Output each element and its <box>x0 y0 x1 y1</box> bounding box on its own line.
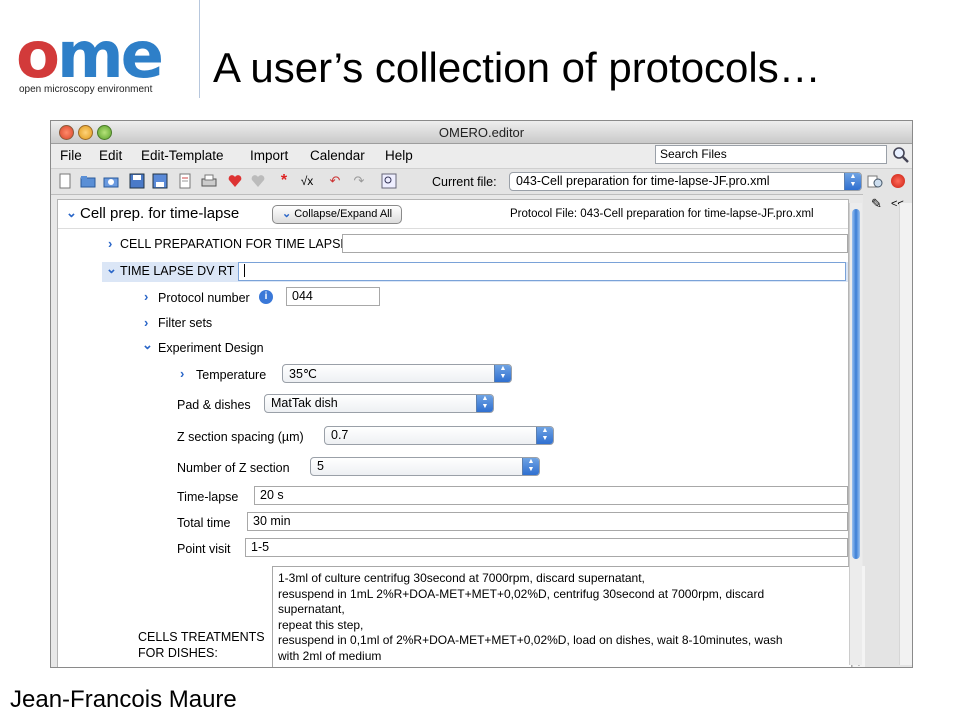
slide-title: A user’s collection of protocols… <box>213 44 821 91</box>
author-name: Jean-Francois Maure <box>10 686 237 713</box>
point-visit-field[interactable]: 1-5 <box>245 538 848 557</box>
pad-dishes-value: MatTak dish <box>271 396 338 410</box>
chevron-down-icon[interactable]: ⌄ <box>142 337 153 353</box>
collapse-expand-all-button[interactable]: ⌄ Collapse/Expand All <box>272 205 402 224</box>
toolbar: * √x ↶ ↷ Current file: 043-Cell preparat… <box>51 169 912 195</box>
experiment-design-label[interactable]: Experiment Design <box>158 341 264 355</box>
header-divider <box>199 0 200 98</box>
menu-edit-template[interactable]: Edit-Template <box>141 148 224 163</box>
filter-sets-label[interactable]: Filter sets <box>158 316 212 330</box>
total-time-field[interactable]: 30 min <box>247 512 848 531</box>
notes-line: repeat this step, <box>278 617 364 632</box>
menu-calendar[interactable]: Calendar <box>310 148 365 163</box>
protocol-file-label: Protocol File: 043-Cell preparation for … <box>510 208 814 220</box>
undo-icon[interactable]: ↶ <box>327 173 343 189</box>
section-cell-preparation-field[interactable] <box>342 234 848 253</box>
tool-wrench-icon[interactable]: ✎ <box>871 196 882 212</box>
chevron-right-icon[interactable]: › <box>180 366 184 381</box>
redo-icon[interactable]: ↷ <box>351 173 367 189</box>
chevron-right-icon[interactable]: › <box>144 315 148 330</box>
pad-dishes-label: Pad & dishes <box>177 398 251 412</box>
cells-treatments-textarea[interactable]: 1-3ml of culture centrifug 30second at 7… <box>272 566 852 667</box>
search-icon[interactable] <box>892 146 910 164</box>
z-number-label: Number of Z section <box>177 461 290 475</box>
panel-scrollbar[interactable] <box>849 203 862 665</box>
notes-line: resuspend in 0,1ml of 2%R+DOA-MET+MET+0,… <box>278 633 783 647</box>
z-number-value: 5 <box>317 459 324 473</box>
select-stepper-icon: ▲ ▼ <box>476 395 493 412</box>
chevron-right-icon[interactable]: › <box>144 289 148 304</box>
z-spacing-value: 0.7 <box>331 428 349 442</box>
protocol-panel: ⌄ Cell prep. for time-lapse ⌄ Collapse/E… <box>57 199 865 667</box>
z-number-select[interactable]: 5 ▲ ▼ <box>310 457 540 476</box>
section-cell-preparation[interactable]: CELL PREPARATION FOR TIME LAPSE <box>120 237 349 251</box>
new-file-icon[interactable] <box>57 173 73 189</box>
select-stepper-icon: ▲ ▼ <box>494 365 511 382</box>
section-time-lapse[interactable]: TIME LAPSE DV RT <box>120 264 234 278</box>
logo-subtitle: open microscopy environment <box>19 84 153 95</box>
close-file-icon[interactable] <box>891 174 905 188</box>
notes-line: resuspend in 1mL 2%R+DOA-MET+MET+0,02%D,… <box>278 586 765 601</box>
select-stepper-icon: ▲ ▼ <box>536 427 553 444</box>
timelapse-label: Time-lapse <box>177 490 239 504</box>
export-document-icon[interactable] <box>177 173 193 189</box>
current-file-select[interactable]: 043-Cell preparation for time-lapse-JF.p… <box>509 172 862 191</box>
required-asterisk-icon[interactable]: * <box>276 173 292 189</box>
section-time-lapse-field[interactable] <box>238 262 846 281</box>
timelapse-field[interactable]: 20 s <box>254 486 848 505</box>
scrollbar-thumb[interactable] <box>852 209 860 559</box>
temperature-select[interactable]: 35℃ ▲ ▼ <box>282 364 512 383</box>
save-icon[interactable] <box>129 173 145 189</box>
notes-line: 1-3ml of culture centrifug 30second at 7… <box>278 571 645 585</box>
print-icon[interactable] <box>201 173 217 189</box>
sqrt-formula-icon[interactable]: √x <box>299 173 315 189</box>
chevron-right-icon[interactable]: › <box>108 236 112 251</box>
omero-editor-window: OMERO.editor File Edit Edit-Template Imp… <box>50 120 913 668</box>
point-visit-label: Point visit <box>177 542 231 556</box>
side-panel-scrollbar[interactable] <box>899 203 912 665</box>
tag-heart-icon[interactable] <box>227 173 243 189</box>
current-file-label: Current file: <box>432 175 497 189</box>
total-time-label: Total time <box>177 516 231 530</box>
menu-import[interactable]: Import <box>250 148 288 163</box>
menu-help[interactable]: Help <box>385 148 413 163</box>
notes-line: supernatant, <box>278 602 345 616</box>
treatments-label-line1: CELLS TREATMENTS <box>138 630 265 644</box>
chevron-down-icon[interactable]: ⌄ <box>66 205 77 221</box>
ome-logo: ome <box>16 19 164 93</box>
chevron-down-icon: ⌄ <box>281 208 292 220</box>
select-stepper-icon: ▲ ▼ <box>844 173 861 190</box>
protocol-number-field[interactable]: 044 <box>286 287 380 306</box>
menu-edit[interactable]: Edit <box>99 148 122 163</box>
z-spacing-select[interactable]: 0.7 ▲ ▼ <box>324 426 554 445</box>
find-icon[interactable] <box>381 173 397 189</box>
protocol-root-row: ⌄ Cell prep. for time-lapse ⌄ Collapse/E… <box>58 200 848 229</box>
search-files-tool-icon[interactable] <box>867 173 885 191</box>
z-spacing-label: Z section spacing (µm) <box>177 430 304 444</box>
select-stepper-icon: ▲ ▼ <box>522 458 539 475</box>
open-recent-icon[interactable] <box>103 173 119 189</box>
menu-file[interactable]: File <box>60 148 82 163</box>
notes-line: with 2ml of medium <box>278 648 382 663</box>
pad-dishes-select[interactable]: MatTak dish ▲ ▼ <box>264 394 494 413</box>
collapse-expand-label: Collapse/Expand All <box>294 208 393 220</box>
chevron-down-icon[interactable]: ⌄ <box>106 261 117 277</box>
tag-disabled-icon[interactable] <box>250 173 266 189</box>
temperature-value: 35℃ <box>289 367 317 381</box>
open-folder-icon[interactable] <box>80 173 96 189</box>
menu-bar: File Edit Edit-Template Import Calendar … <box>51 144 912 169</box>
window-title: OMERO.editor <box>438 125 525 140</box>
protocol-root-title[interactable]: Cell prep. for time-lapse <box>80 205 239 222</box>
info-icon[interactable]: i <box>259 290 273 304</box>
temperature-label: Temperature <box>196 368 267 382</box>
current-file-value: 043-Cell preparation for time-lapse-JF.p… <box>516 174 770 188</box>
save-as-icon[interactable] <box>152 173 168 189</box>
protocol-number-label: Protocol number <box>158 291 250 305</box>
treatments-label-line2: FOR DISHES: <box>138 646 218 660</box>
title-bar: OMERO.editor <box>51 121 912 144</box>
search-files-input[interactable]: Search Files <box>655 145 887 164</box>
